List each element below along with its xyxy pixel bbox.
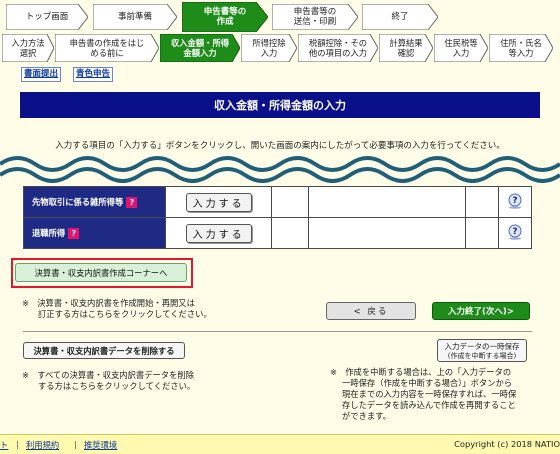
save-note: ※ 作成を中断する場合は、上の「入力データの 一時保存（作成を中断する場合）」ボ… — [330, 367, 517, 421]
footer: ト | 利用規約 | 推奨環境 Copyright (c) 2018 NATIO — [0, 434, 560, 454]
footer-link-fragment[interactable]: ト — [0, 439, 8, 451]
step-send: 申告書等の 送信・印刷 — [272, 4, 358, 30]
corner-note: ※ 決算書・収支内訳書を作成開始・再開又は 訂正する方はこちらをクリックしてくだ… — [22, 298, 212, 319]
input-button[interactable]: 入力する — [185, 223, 252, 243]
table-row: 先物取引に係る雑所得等? 入力する ? — [23, 186, 532, 218]
substep-income-input: 収入金額・所得 金額入力 — [160, 34, 240, 62]
sub-steps: 入力方法 選択 申告書の作成をはじ める前に 収入金額・所得 金額入力 所得控除 入力 … — [0, 34, 560, 62]
substep-result: 計算結果 確認 — [379, 34, 433, 62]
substep-input-method: 入力方法 選択 — [2, 34, 54, 62]
table-row: 退職所得? 入力する ? — [23, 217, 532, 249]
footer-separator: | — [74, 439, 77, 449]
step-create: 申告書等の 作成 — [182, 2, 268, 32]
wave-divider — [0, 156, 560, 183]
substep-deduction: 所得控除 入力 — [241, 34, 297, 62]
substep-resident-tax: 住民税等 入力 — [434, 34, 488, 62]
substep-address: 住所・氏名 等入力 — [489, 34, 553, 62]
terms-link[interactable]: 利用規約 — [26, 439, 59, 451]
back-button[interactable]: < 戻る — [326, 302, 416, 320]
help-mark-icon[interactable]: ? — [126, 197, 138, 208]
income-table: 先物取引に係る雑所得等? 入力する ? 退職所得? 入力する ? — [23, 186, 532, 249]
progress-steps: トップ画面 事前準備 申告書等の 作成 申告書等の 送信・印刷 終了 — [0, 0, 560, 34]
step-top: トップ画面 — [6, 4, 88, 30]
page-title: 収入金額・所得金額の入力 — [20, 92, 540, 118]
copyright: Copyright (c) 2018 NATIO — [454, 439, 560, 449]
temp-save-button[interactable]: 入力データの一時保存 (作成を中断する場合) — [437, 339, 527, 362]
help-mark-icon[interactable]: ? — [68, 228, 80, 239]
row-label: 先物取引に係る雑所得等? — [23, 186, 166, 218]
step-finish: 終了 — [362, 4, 438, 30]
delete-note: ※ すべての決算書・収支内訳書データを削除 する方はこちらをクリックしてください… — [22, 370, 196, 391]
substep-tax-credit: 税額控除・その 他の項目の入力 — [298, 34, 378, 62]
row-label: 退職所得? — [23, 217, 166, 249]
instruction-text: 入力する項目の「入力する」ボタンをクリックし、開いた画面の案内にしたがって必要事… — [55, 141, 505, 151]
blue-return-link[interactable]: 青色申告 — [73, 67, 114, 82]
next-button[interactable]: 入力終了(次へ)> — [432, 302, 530, 320]
delete-data-button[interactable]: 決算書・収支内訳書データを削除する — [23, 342, 185, 359]
environment-link[interactable]: 推奨環境 — [84, 439, 117, 451]
svg-text:?: ? — [513, 196, 518, 206]
svg-text:?: ? — [513, 227, 518, 237]
step-prep: 事前準備 — [93, 4, 177, 30]
help-icon[interactable]: ? — [507, 193, 523, 209]
input-button[interactable]: 入力する — [185, 192, 252, 212]
divider — [23, 331, 532, 332]
substep-before-start: 申告書の作成をはじ める前に — [55, 34, 159, 62]
filing-link[interactable]: 書面提出 — [21, 67, 62, 82]
closing-statement-corner-button[interactable]: 決算書・収支内訳書作成コーナーへ — [15, 263, 187, 282]
footer-separator: | — [16, 439, 19, 449]
help-icon[interactable]: ? — [507, 224, 523, 240]
